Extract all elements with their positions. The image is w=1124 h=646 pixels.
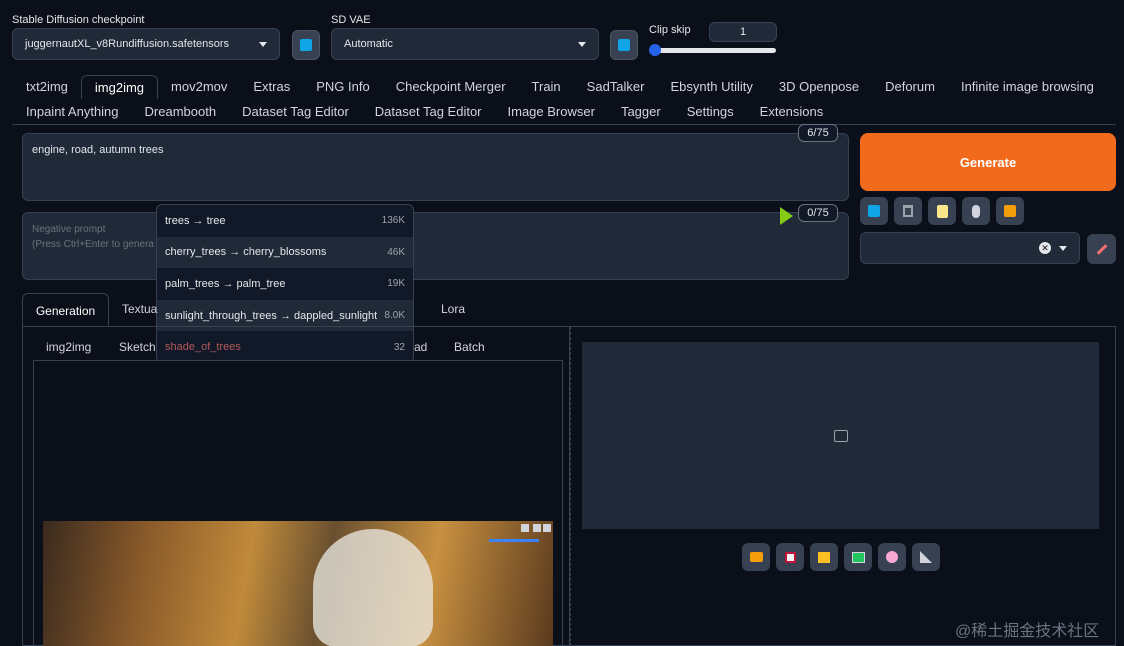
undo-icon[interactable] (521, 524, 529, 532)
clipboard-icon[interactable] (928, 197, 956, 225)
tab-txt2img[interactable]: txt2img (13, 75, 81, 99)
prompt-token-counter: 6/75 (798, 124, 838, 142)
close-icon[interactable] (543, 524, 551, 532)
negative-prompt-hint: (Press Ctrl+Enter to genera (32, 239, 154, 250)
folder-icon[interactable] (742, 543, 770, 571)
tabs-divider (12, 124, 1116, 125)
save-icon[interactable] (776, 543, 804, 571)
uploaded-photo (43, 521, 553, 646)
tab-deforum[interactable]: Deforum (872, 75, 948, 99)
autocomplete-count: 136K (381, 215, 405, 227)
autocomplete-tag: palm_trees → palm_tree (165, 277, 286, 290)
tab-dataset-tag-editor[interactable]: Dataset Tag Editor (362, 100, 495, 124)
autocomplete-tag: trees → tree (165, 214, 226, 227)
autocomplete-item[interactable]: cherry_trees → cherry_blossoms 46K (157, 236, 413, 269)
checkpoint-refresh-button[interactable] (292, 30, 320, 60)
edit-styles-button[interactable] (1087, 234, 1116, 264)
tab-lora[interactable]: Lora (441, 302, 465, 316)
trash-icon[interactable] (894, 197, 922, 225)
vae-value: Automatic (344, 38, 393, 50)
prompt-text: engine, road, autumn trees (32, 144, 164, 156)
palette-icon[interactable] (878, 543, 906, 571)
tab-dataset-tag-editor[interactable]: Dataset Tag Editor (229, 100, 362, 124)
clear-canvas-icon[interactable] (533, 524, 541, 532)
generate-button[interactable]: Generate (860, 133, 1116, 191)
brush-icon (1096, 243, 1107, 255)
chevron-down-icon (578, 41, 586, 47)
checkpoint-dropdown[interactable]: juggernautXL_v8Rundiffusion.safetensors (12, 28, 280, 60)
autocomplete-count: 8.0K (384, 310, 405, 322)
prompt-tools (860, 197, 1024, 225)
inpaint-mask (313, 529, 433, 646)
image-icon[interactable] (844, 543, 872, 571)
tab-dreambooth[interactable]: Dreambooth (132, 100, 230, 124)
tab-inpaint-anything[interactable]: Inpaint Anything (13, 100, 132, 124)
subtab-batch[interactable]: Batch (454, 340, 485, 354)
zip-icon[interactable] (810, 543, 838, 571)
ruler-icon[interactable] (912, 543, 940, 571)
tab-settings[interactable]: Settings (674, 100, 747, 124)
autocomplete-count: 19K (387, 278, 405, 290)
tab-img2img[interactable]: img2img (80, 75, 159, 99)
main-tabs-row-2: Inpaint Anything Dreambooth Dataset Tag Ed… (13, 100, 836, 124)
tab-ebsynth-utility[interactable]: Ebsynth Utility (657, 75, 765, 99)
tab-train[interactable]: Train (519, 75, 574, 99)
tab-extras[interactable]: Extras (240, 75, 303, 99)
vae-refresh-button[interactable] (610, 30, 638, 60)
autocomplete-item[interactable]: trees → tree 136K (157, 205, 413, 237)
brush-size-slider[interactable] (489, 539, 539, 542)
autocomplete-tag: sunlight_through_trees → dappled_sunligh… (165, 309, 378, 322)
negative-token-counter: 0/75 (798, 204, 838, 222)
checkpoint-label: Stable Diffusion checkpoint (12, 14, 145, 26)
cursor-icon (780, 207, 793, 225)
tab-textual-inversion[interactable]: Textua (122, 302, 157, 316)
tab-sadtalker[interactable]: SadTalker (574, 75, 658, 99)
autocomplete-count: 46K (387, 246, 405, 258)
main-tabs-row-1: txt2img img2img mov2mov Extras PNG Info Check… (13, 75, 1107, 99)
refresh-icon (618, 39, 630, 51)
checkpoint-value: juggernautXL_v8Rundiffusion.safetensors (25, 38, 230, 50)
arrow-icon[interactable] (860, 197, 888, 225)
tab-extensions[interactable]: Extensions (747, 100, 837, 124)
clip-skip-input[interactable]: 1 (709, 22, 777, 42)
image-placeholder-icon (833, 429, 848, 442)
output-tools (742, 543, 940, 571)
prompt-textarea[interactable]: engine, road, autumn trees (22, 133, 849, 201)
tab-infinite-image-browsing[interactable]: Infinite image browsing (948, 75, 1107, 99)
tab-generation[interactable]: Generation (22, 293, 109, 327)
subtab-upload[interactable]: ad (414, 340, 427, 354)
tab-tagger[interactable]: Tagger (608, 100, 674, 124)
tab-checkpoint-merger[interactable]: Checkpoint Merger (383, 75, 519, 99)
vae-dropdown[interactable]: Automatic (331, 28, 599, 60)
tab-image-browser[interactable]: Image Browser (495, 100, 608, 124)
subtab-img2img[interactable]: img2img (46, 340, 91, 354)
slider-thumb[interactable] (649, 44, 661, 56)
output-gallery (582, 342, 1099, 529)
tab-png-info[interactable]: PNG Info (303, 75, 382, 99)
tab-mov2mov[interactable]: mov2mov (158, 75, 240, 99)
refresh-icon (300, 39, 312, 51)
styles-dropdown[interactable]: ✕ (860, 232, 1080, 264)
clip-skip-label: Clip skip (649, 24, 691, 36)
clip-skip-slider[interactable] (649, 44, 776, 56)
clear-icon[interactable]: ✕ (1039, 242, 1051, 254)
tab-3d-openpose[interactable]: 3D Openpose (766, 75, 872, 99)
subtab-sketch[interactable]: Sketch (119, 340, 156, 354)
negative-prompt-placeholder: Negative prompt (32, 224, 106, 235)
autocomplete-item[interactable]: palm_trees → palm_tree 19K (157, 268, 413, 300)
watermark: @稀土掘金技术社区 (955, 623, 1100, 640)
chevron-down-icon (259, 41, 267, 47)
image-canvas[interactable] (33, 360, 563, 646)
box-icon[interactable] (996, 197, 1024, 225)
autocomplete-tag: cherry_trees → cherry_blossoms (165, 246, 327, 259)
vae-label: SD VAE (331, 14, 371, 26)
hand-icon[interactable] (962, 197, 990, 225)
negative-prompt-textarea[interactable]: Negative prompt (Press Ctrl+Enter to gen… (22, 212, 849, 280)
chevron-down-icon (1059, 245, 1067, 251)
